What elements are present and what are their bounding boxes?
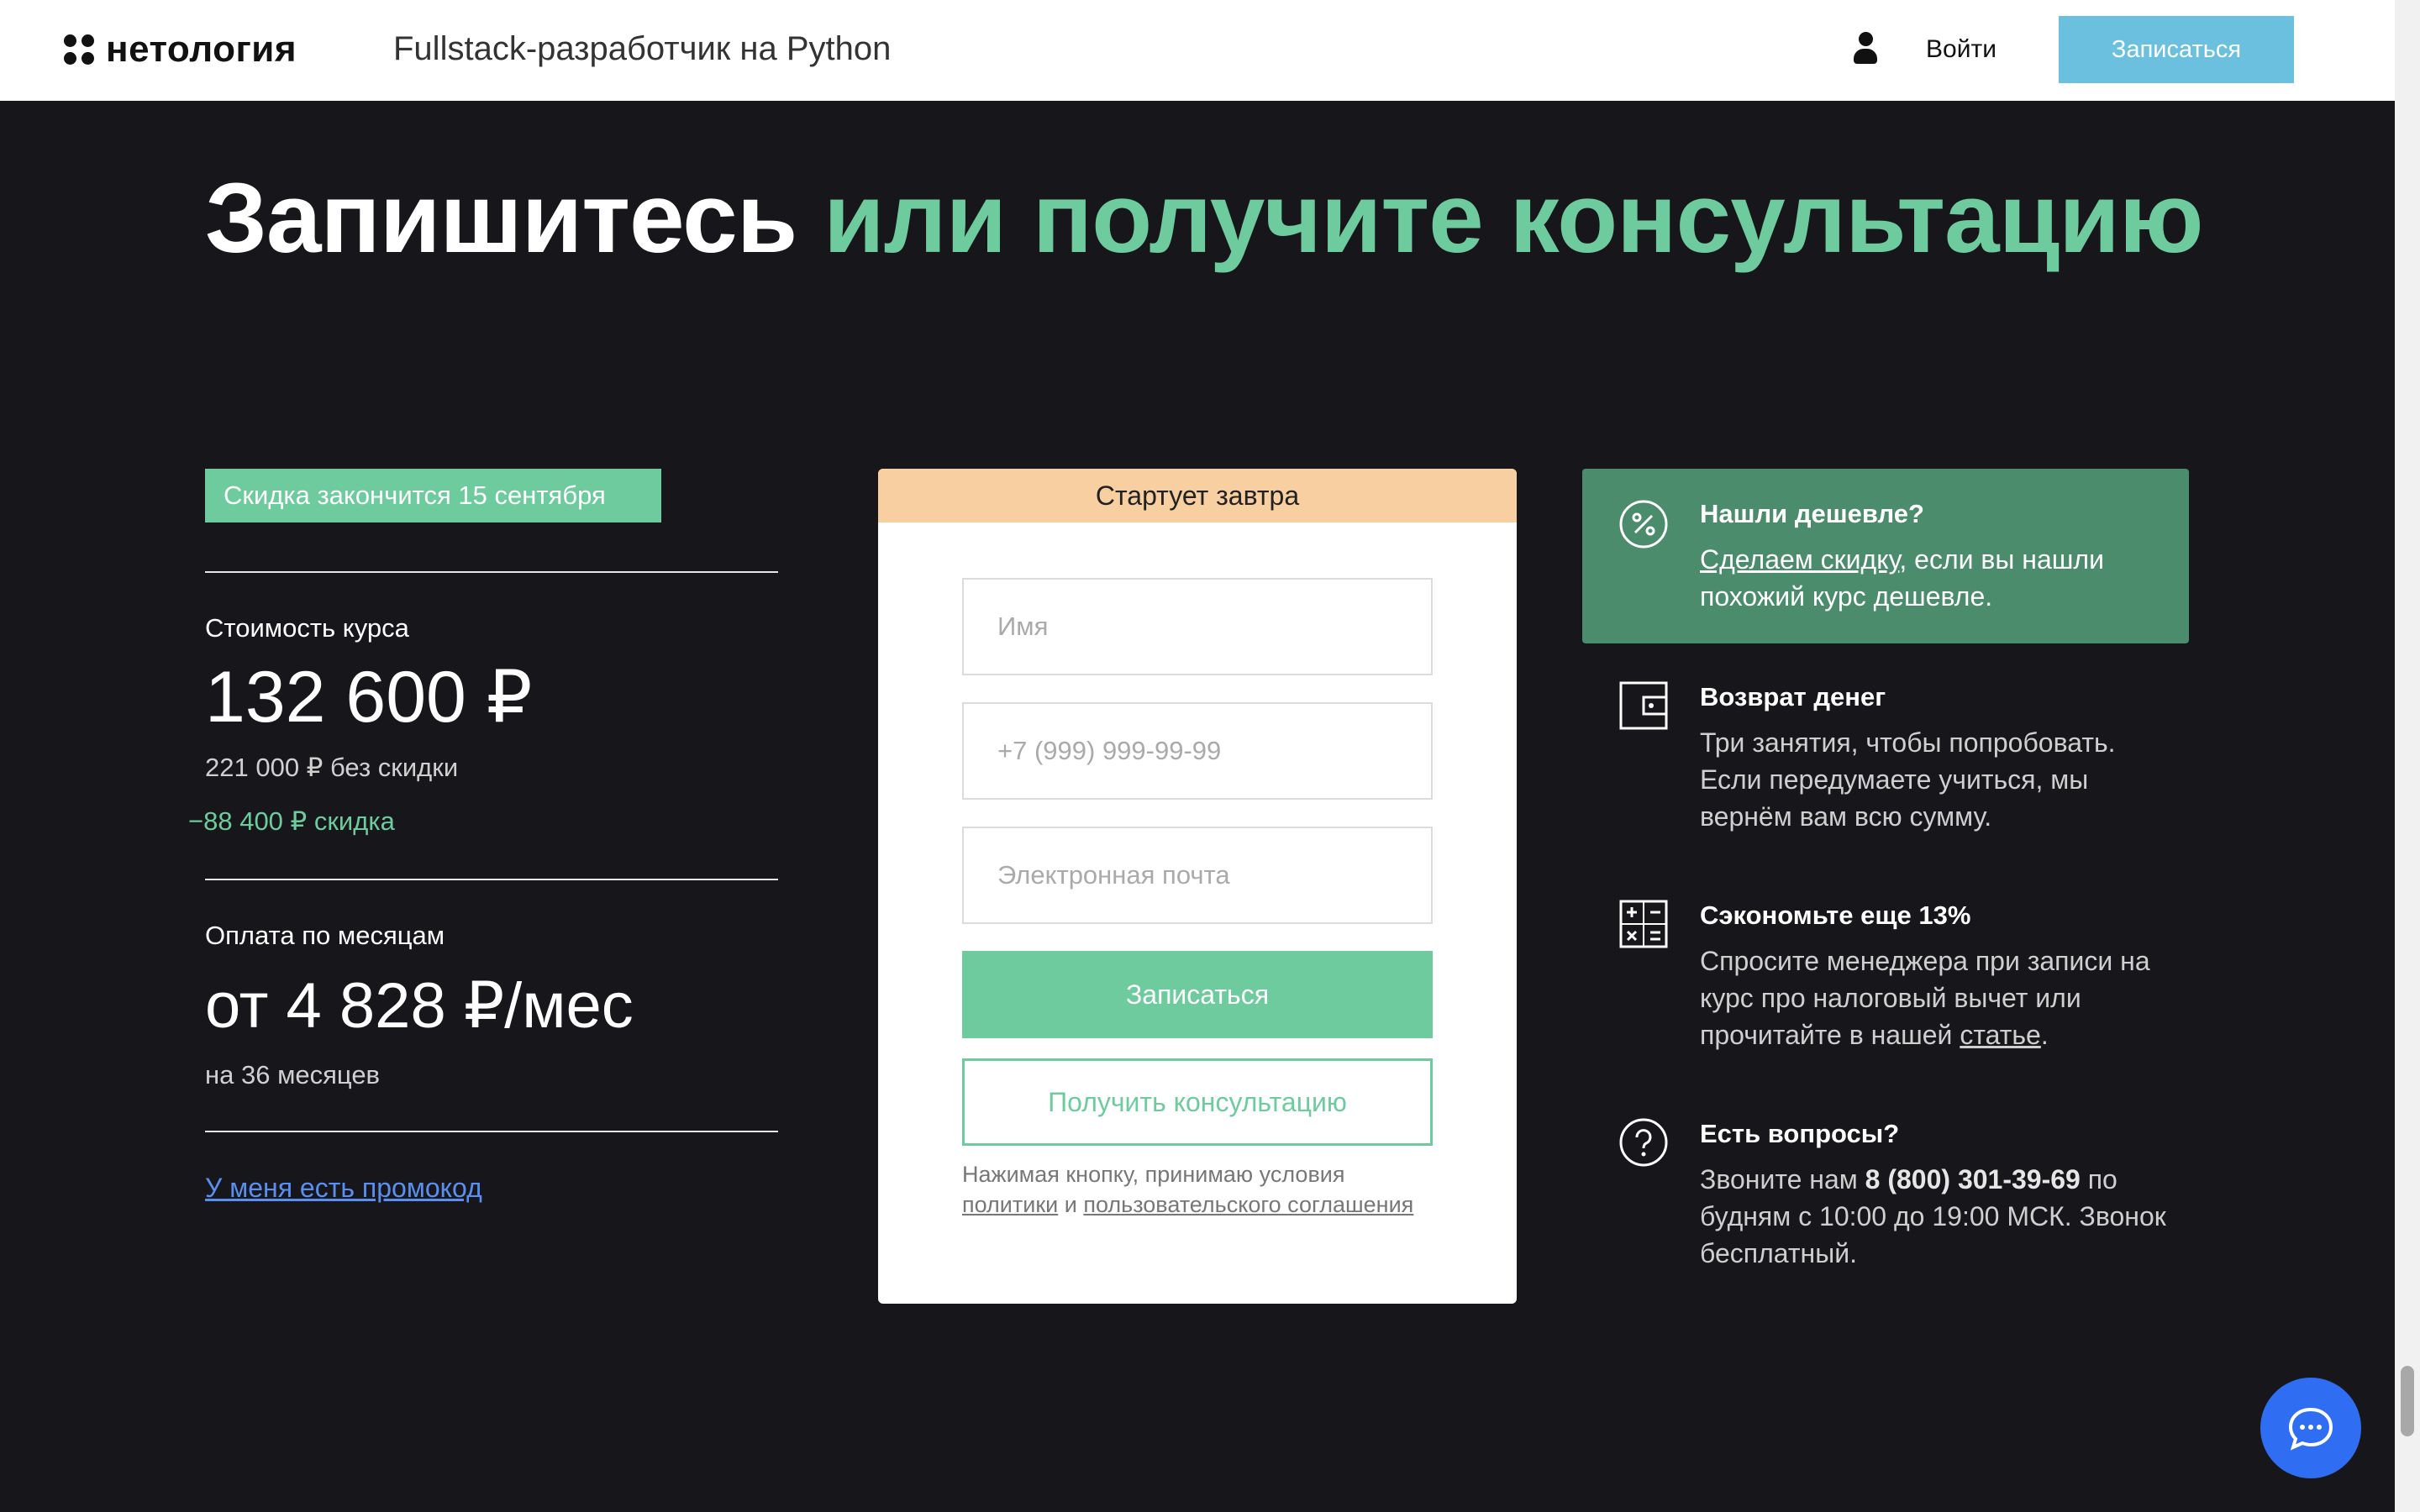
chat-button[interactable] [2260, 1378, 2361, 1478]
headline-green: или получите консультацию [823, 163, 2203, 274]
monthly-payment-label: Оплата по месяцам [205, 921, 445, 950]
site-header: нетология Fullstack-разработчик на Pytho… [0, 0, 2395, 101]
course-title: Fullstack-разработчик на Python [393, 30, 892, 67]
discount-link[interactable]: Сделаем скидку [1700, 544, 1899, 575]
divider [205, 571, 778, 573]
save-title: Сэкономьте еще 13% [1700, 900, 1971, 930]
save-text: Спросите менеджера при записи на курс пр… [1700, 942, 2179, 1053]
login-link[interactable]: Войти [1926, 35, 1996, 64]
questions-title: Есть вопросы? [1700, 1119, 1900, 1148]
consultation-button[interactable]: Получить консультацию [962, 1058, 1433, 1146]
header-signup-button[interactable]: Записаться [2059, 16, 2294, 83]
questions-prefix: Звоните нам [1700, 1164, 1865, 1194]
save-text-body: Спросите менеджера при записи на курс пр… [1700, 946, 2150, 1050]
refund-text: Три занятия, чтобы попробовать. Если пер… [1700, 727, 2116, 832]
question-icon [1619, 1118, 1668, 1167]
questions-text: Звоните нам 8 (800) 301-39-69 по будням … [1700, 1161, 2179, 1272]
user-agreement-link[interactable]: пользовательского соглашения [1083, 1192, 1413, 1217]
price-without-discount: 221 000 ₽ без скидки [205, 753, 459, 782]
start-badge: Стартует завтра [878, 469, 1517, 522]
signup-form-card: Стартует завтра Записаться Получить конс… [878, 469, 1517, 1304]
save-text-end: . [2040, 1020, 2049, 1050]
article-link[interactable]: статье [1960, 1020, 2041, 1050]
name-input[interactable] [962, 578, 1433, 675]
logo-icon [64, 34, 94, 65]
submit-button[interactable]: Записаться [962, 951, 1433, 1038]
email-input[interactable] [962, 827, 1433, 924]
monthly-price: от 4 828 ₽/мес [205, 970, 634, 1042]
chat-icon [2288, 1407, 2333, 1451]
course-cost-label: Стоимость курса [205, 613, 409, 643]
user-icon[interactable] [1852, 32, 1879, 66]
wallet-icon [1619, 681, 1668, 730]
logo[interactable]: нетология [64, 29, 297, 71]
cheaper-title: Нашли дешевле? [1700, 499, 1924, 528]
percent-icon [1619, 500, 1668, 549]
page-headline: Запишитесь или получите консультацию [205, 168, 2204, 269]
terms-prefix: Нажимая кнопку, принимаю условия [962, 1162, 1345, 1187]
divider [205, 1131, 778, 1132]
terms-and: и [1058, 1192, 1084, 1217]
divider [205, 879, 778, 880]
cheaper-text: Сделаем скидку, если вы нашли похожий ку… [1700, 541, 2179, 615]
monthly-term: на 36 месяцев [205, 1060, 381, 1089]
logo-text: нетология [106, 29, 297, 70]
promo-code-link[interactable]: У меня есть промокод [205, 1173, 482, 1204]
scrollbar-thumb[interactable] [2401, 1366, 2414, 1436]
refund-title: Возврат денег [1700, 682, 1886, 711]
course-price: 132 600 ₽ [205, 657, 533, 738]
phone-input[interactable] [962, 702, 1433, 800]
discount-badge: Скидка закончится 15 сентября [205, 469, 661, 522]
scrollbar-track[interactable] [2395, 0, 2420, 1512]
headline-white: Запишитесь [205, 163, 824, 274]
calculator-icon [1619, 900, 1668, 948]
terms-text: Нажимая кнопку, принимаю условия политик… [962, 1159, 1433, 1220]
support-phone[interactable]: 8 (800) 301-39-69 [1865, 1164, 2081, 1194]
discount-amount: −88 400 ₽ скидка [188, 806, 395, 836]
policy-link[interactable]: политики [962, 1192, 1058, 1217]
